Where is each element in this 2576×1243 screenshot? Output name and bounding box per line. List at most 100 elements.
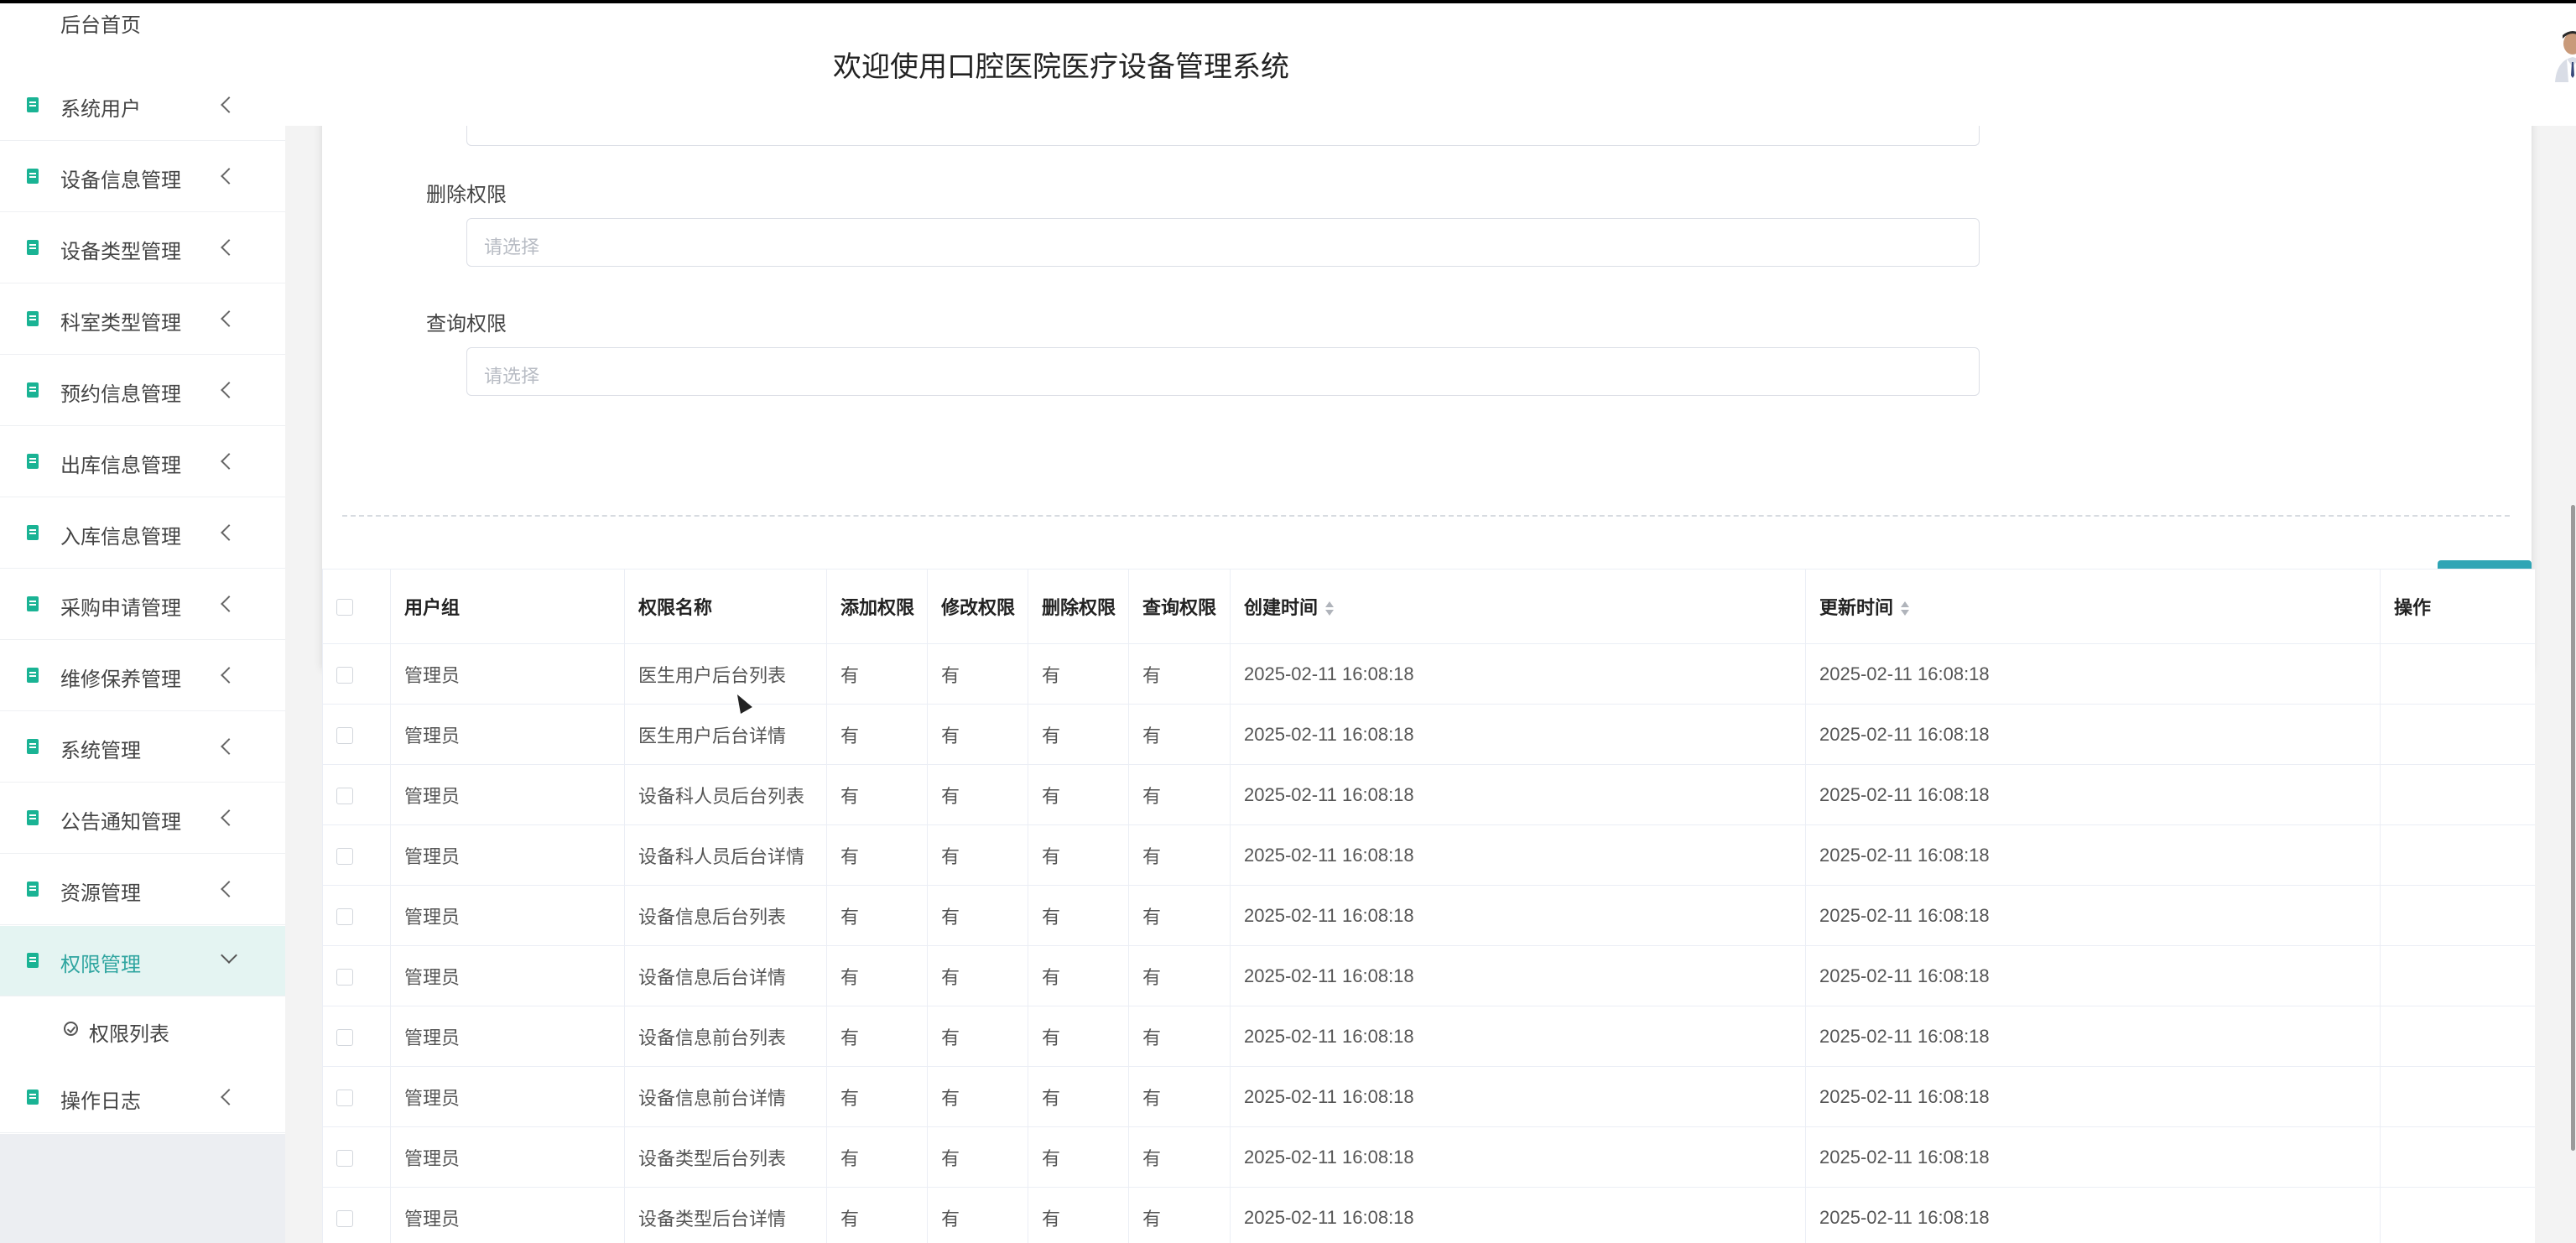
sidebar-item[interactable]: 预约信息管理 (0, 356, 285, 426)
table-cell: 2025-02-11 16:08:18 (1805, 945, 2381, 1006)
document-icon (27, 668, 39, 683)
chevron-left-icon (221, 524, 237, 541)
row-checkbox[interactable] (336, 666, 353, 684)
document-icon (27, 240, 39, 255)
table-row[interactable]: 管理员 医生用户后台详情有有有有 2025-02-11 16:08:18 2025-0… (322, 704, 2535, 765)
table-cell: 设备信息前台列表 (624, 1006, 827, 1067)
table-cell: 有 (1128, 945, 1231, 1006)
row-actions-cell (2380, 1066, 2535, 1127)
table-row[interactable]: 管理员 设备类型后台详情有有有有 2025-02-11 16:08:18 2025-0… (322, 1187, 2535, 1243)
page-scrollbar-thumb[interactable] (2571, 505, 2575, 1151)
row-actions-cell (2380, 824, 2535, 886)
sidebar-item[interactable]: 设备信息管理 (0, 142, 285, 212)
table-row[interactable]: 管理员 设备信息前台列表有有有有 2025-02-11 16:08:18 2025-0… (322, 1006, 2535, 1067)
sidebar-item[interactable]: 公告通知管理 (0, 783, 285, 854)
row-select-cell[interactable] (322, 1126, 391, 1188)
table-cell: 管理员 (390, 1006, 625, 1067)
document-icon (27, 454, 39, 469)
row-select-cell[interactable] (322, 764, 391, 825)
sidebar-item[interactable]: 出库信息管理 (0, 427, 285, 497)
table-cell: 有 (1128, 1066, 1231, 1127)
document-icon (27, 739, 39, 754)
row-checkbox[interactable] (336, 968, 353, 986)
sort-caret-icon[interactable] (1900, 601, 1910, 617)
table-row[interactable]: 管理员 设备科人员后台列表有有有有 2025-02-11 16:08:18 2025-… (322, 764, 2535, 825)
table-cell: 管理员 (390, 824, 625, 886)
main-content: 删除权限 请选择 查询权限 请选择 查询 用户组 权限名称 添加权限 (285, 109, 2576, 1243)
table-cell: 设备信息前台详情 (624, 1066, 827, 1127)
sidebar-item[interactable]: 采购申请管理 (0, 569, 285, 640)
document-icon (27, 311, 39, 326)
row-actions-cell (2380, 1126, 2535, 1188)
query-permission-select[interactable]: 请选择 (466, 347, 1980, 396)
table-cell: 有 (1028, 643, 1129, 705)
table-cell: 有 (1028, 885, 1129, 946)
table-cell: 2025-02-11 16:08:18 (1230, 824, 1806, 886)
table-cell: 2025-02-11 16:08:18 (1805, 1066, 2381, 1127)
sidebar-item-label: 资源管理 (60, 882, 141, 905)
sidebar-item[interactable]: 科室类型管理 (0, 284, 285, 355)
row-checkbox[interactable] (336, 787, 353, 804)
sidebar-item[interactable]: 设备类型管理 (0, 213, 285, 283)
table-cell: 有 (1128, 764, 1231, 825)
row-checkbox[interactable] (336, 1028, 353, 1046)
delete-permission-select[interactable]: 请选择 (466, 218, 1980, 267)
table-cell: 有 (826, 1187, 928, 1243)
row-select-cell[interactable] (322, 1066, 391, 1127)
table-row[interactable]: 管理员 医生用户后台列表有有有有 2025-02-11 16:08:18 2025-0… (322, 643, 2535, 705)
table-cell: 设备信息后台详情 (624, 945, 827, 1006)
chevron-left-icon (221, 809, 237, 826)
col-updated-time[interactable]: 更新时间 (1805, 569, 2381, 644)
table-cell: 2025-02-11 16:08:18 (1230, 704, 1806, 765)
sidebar-item[interactable]: 资源管理 (0, 855, 285, 925)
table-row[interactable]: 管理员 设备科人员后台详情有有有有 2025-02-11 16:08:18 2025-… (322, 824, 2535, 886)
table-cell: 2025-02-11 16:08:18 (1805, 764, 2381, 825)
row-select-cell[interactable] (322, 824, 391, 886)
table-row[interactable]: 管理员 设备类型后台列表有有有有 2025-02-11 16:08:18 2025-0… (322, 1126, 2535, 1188)
table-cell: 有 (1028, 1006, 1129, 1067)
sidebar-item[interactable]: 入库信息管理 (0, 498, 285, 569)
row-checkbox[interactable] (336, 847, 353, 865)
row-select-cell[interactable] (322, 885, 391, 946)
document-icon (27, 1090, 39, 1105)
row-select-cell[interactable] (322, 643, 391, 705)
table-cell: 2025-02-11 16:08:18 (1805, 824, 2381, 886)
col-created-time[interactable]: 创建时间 (1230, 569, 1806, 644)
select-placeholder: 请选择 (484, 366, 540, 387)
chevron-left-icon (221, 168, 237, 185)
sidebar-item-home[interactable]: 后台首页 (60, 8, 141, 38)
row-select-cell[interactable] (322, 704, 391, 765)
sidebar-item-label: 维修保养管理 (60, 668, 181, 691)
table-cell: 有 (1128, 824, 1231, 886)
select-all-cell[interactable] (322, 569, 391, 644)
table-cell: 设备类型后台详情 (624, 1187, 827, 1243)
table-row[interactable]: 管理员 设备信息前台详情有有有有 2025-02-11 16:08:18 2025-0… (322, 1066, 2535, 1127)
select-all-checkbox[interactable] (336, 599, 353, 616)
row-actions-cell (2380, 945, 2535, 1006)
col-add-permission: 添加权限 (826, 569, 928, 644)
row-select-cell[interactable] (322, 1187, 391, 1243)
table-row[interactable]: 管理员 设备信息后台列表有有有有 2025-02-11 16:08:18 2025-0… (322, 885, 2535, 946)
row-checkbox[interactable] (336, 1089, 353, 1106)
table-cell: 有 (826, 764, 928, 825)
table-cell: 有 (1128, 1187, 1231, 1243)
chevron-down-icon (221, 947, 237, 964)
sidebar-item[interactable]: 维修保养管理 (0, 641, 285, 711)
avatar[interactable] (2552, 27, 2576, 82)
sidebar-item[interactable]: 系统管理 (0, 712, 285, 783)
document-icon (27, 169, 39, 184)
page-title: 欢迎使用口腔医院医疗设备管理系统 (833, 51, 1289, 83)
table-row[interactable]: 管理员 设备信息后台详情有有有有 2025-02-11 16:08:18 2025-0… (322, 945, 2535, 1006)
row-checkbox[interactable] (336, 908, 353, 925)
sidebar-item[interactable]: 操作日志 (0, 1063, 285, 1133)
table-cell: 有 (1028, 1066, 1129, 1127)
row-checkbox[interactable] (336, 726, 353, 744)
sort-caret-icon[interactable] (1324, 601, 1335, 617)
sidebar-item[interactable]: 权限管理 (0, 926, 285, 996)
sidebar-item[interactable]: 系统用户 (0, 70, 285, 141)
row-checkbox[interactable] (336, 1149, 353, 1167)
row-checkbox[interactable] (336, 1209, 353, 1227)
row-select-cell[interactable] (322, 945, 391, 1006)
sidebar-subitem-permission-list[interactable]: 权限列表 (0, 997, 285, 1063)
row-select-cell[interactable] (322, 1006, 391, 1067)
